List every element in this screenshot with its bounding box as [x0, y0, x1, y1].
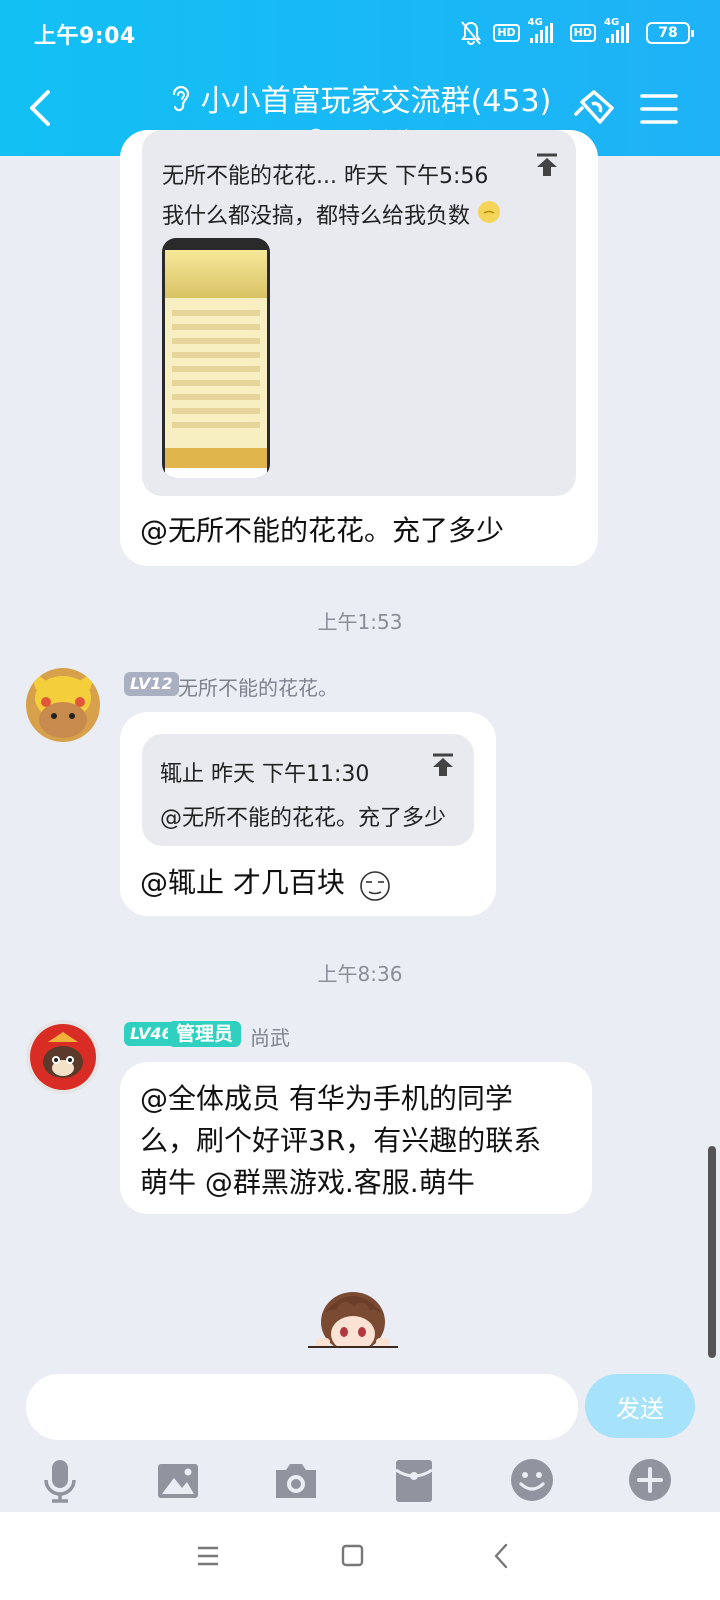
recent-apps-icon[interactable]: [188, 1536, 228, 1576]
microphone-icon[interactable]: [36, 1456, 84, 1504]
status-time: 上午9:04: [34, 24, 136, 49]
quote-header: 辄止 昨天 下午11:30: [160, 762, 370, 787]
scrollbar[interactable]: [708, 1146, 716, 1358]
level-badge: LV12: [124, 672, 179, 696]
menu-icon[interactable]: [636, 86, 682, 132]
jump-up-icon[interactable]: [534, 152, 560, 178]
quoted-message[interactable]: 无所不能的花花... 昨天 下午5:56 我什么都没搞，都特么给我负数: [142, 130, 576, 496]
message-bubble[interactable]: @全体成员 有华为手机的同学 么，刷个好评3R，有兴趣的联系 萌牛 @群黑游戏.…: [120, 1062, 592, 1214]
message-input[interactable]: [26, 1374, 578, 1440]
quote-text: @无所不能的花花。充了多少: [160, 806, 447, 831]
back-icon[interactable]: [482, 1536, 522, 1576]
network-type: 4G: [527, 17, 543, 28]
image-icon[interactable]: [154, 1456, 202, 1504]
send-button[interactable]: 发送: [585, 1374, 695, 1438]
message-line: @全体成员 有华为手机的同学: [140, 1082, 513, 1115]
hd-badge: HD: [569, 24, 596, 42]
avatar[interactable]: [26, 1020, 100, 1094]
back-arrow-icon[interactable]: [24, 86, 56, 130]
game-screenshot-image[interactable]: [162, 238, 270, 478]
bell-muted-icon: [461, 21, 482, 45]
message-line: 萌牛 @群黑游戏.客服.萌牛: [140, 1166, 475, 1199]
camera-icon[interactable]: [272, 1456, 320, 1504]
timestamp: 上午8:36: [317, 962, 403, 986]
message-bubble[interactable]: 无所不能的花花... 昨天 下午5:56 我什么都没搞，都特么给我负数 @无所不…: [120, 130, 598, 566]
phone-call-icon[interactable]: [572, 86, 618, 132]
sender-name[interactable]: 无所不能的花花。: [178, 672, 338, 701]
plus-icon[interactable]: [626, 1456, 674, 1504]
ear-icon: [172, 85, 189, 112]
pikachu-avatar-icon: [26, 668, 100, 742]
group-title: 小小首富玩家交流群(453): [140, 76, 580, 120]
timestamp: 上午1:53: [317, 610, 403, 634]
avatar[interactable]: [26, 668, 100, 742]
message-text: @辄止 才几百块: [140, 866, 345, 899]
message-bubble[interactable]: 辄止 昨天 下午11:30 @无所不能的花花。充了多少 @辄止 才几百块: [120, 712, 496, 916]
quote-header: 无所不能的花花... 昨天 下午5:56: [162, 164, 489, 189]
network-type: 4G: [604, 17, 620, 28]
message-text: @无所不能的花花。充了多少: [140, 514, 505, 547]
signal-icon: 4G: [604, 17, 636, 43]
raccoon-avatar-icon: [26, 1020, 100, 1094]
status-icons: HD 4G HD 4G 78: [459, 17, 694, 48]
signal-icon: 4G: [528, 17, 560, 43]
system-nav-bar: [0, 1512, 720, 1600]
red-packet-icon[interactable]: [390, 1456, 438, 1504]
admin-badge: 管理员: [168, 1021, 242, 1047]
group-name: 小小首富玩家交流群(453): [200, 84, 552, 119]
emoji-icon[interactable]: [508, 1456, 556, 1504]
peeking-character-icon: [308, 1292, 398, 1348]
home-icon[interactable]: [332, 1536, 372, 1576]
status-bar: 上午9:04 HD 4G HD 4G 78: [0, 0, 720, 64]
hd-badge: HD: [493, 24, 520, 42]
jump-up-icon[interactable]: [430, 752, 456, 778]
battery-icon: 78: [646, 22, 694, 44]
sender-name[interactable]: 尚武: [250, 1022, 290, 1051]
battery-level: 78: [658, 25, 678, 41]
quote-text: 我什么都没搞，都特么给我负数: [162, 204, 471, 229]
message-line: 么，刷个好评3R，有兴趣的联系: [140, 1124, 542, 1157]
smirk-emoji-icon: [360, 871, 390, 901]
quoted-message[interactable]: 辄止 昨天 下午11:30 @无所不能的花花。充了多少: [142, 734, 474, 846]
sweat-emoji-icon: [478, 201, 500, 223]
